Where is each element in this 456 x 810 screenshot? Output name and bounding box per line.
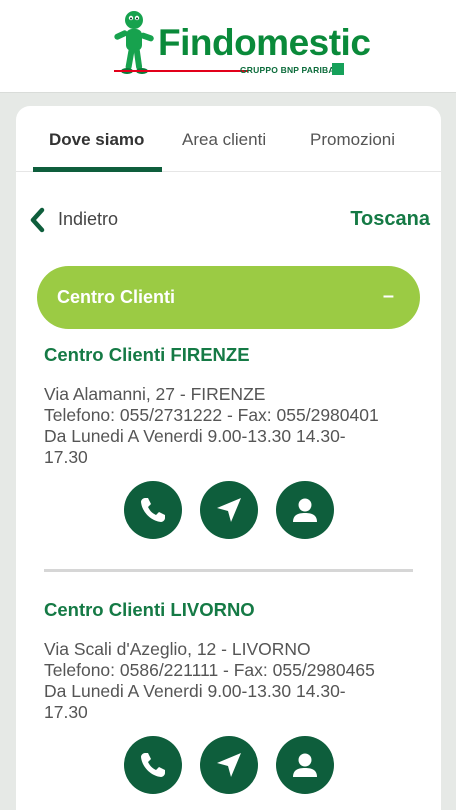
- phone-icon: [141, 753, 165, 777]
- logo-subtitle: GRUPPO BNP PARIBAS: [240, 65, 341, 75]
- branch-hours: Da Lunedi A Venerdi 9.00-13.30 14.30-: [44, 681, 346, 701]
- tab-bar: Dove siamo Area clienti Promozioni: [16, 106, 441, 172]
- branch-phone: Telefono: 0586/221111 - Fax: 055/2980465: [44, 660, 375, 680]
- logo-wordmark: Findomestic: [158, 22, 371, 63]
- navigation-row: Indietro Toscana: [28, 206, 430, 234]
- tab-area-clienti[interactable]: Area clienti: [182, 130, 266, 150]
- branch-hours: Da Lunedi A Venerdi 9.00-13.30 14.30-: [44, 426, 346, 446]
- tab-dove-siamo[interactable]: Dove siamo: [49, 130, 144, 150]
- navigate-icon: [217, 498, 241, 522]
- contact-icon: [293, 498, 317, 522]
- branch-divider: [44, 569, 413, 572]
- contact-button[interactable]: [276, 481, 334, 539]
- back-label: Indietro: [58, 209, 119, 229]
- chevron-left-icon: [30, 207, 45, 233]
- branch-details: Via Alamanni, 27 - FIRENZE Telefono: 055…: [44, 384, 424, 468]
- findomestic-logo[interactable]: Findomestic GRUPPO BNP PARIBAS: [110, 10, 371, 82]
- call-button[interactable]: [124, 481, 182, 539]
- bnp-star-icon: [332, 63, 344, 75]
- branch-phone: Telefono: 055/2731222 - Fax: 055/2980401: [44, 405, 379, 425]
- tab-promozioni[interactable]: Promozioni: [310, 130, 395, 150]
- contact-icon: [293, 753, 317, 777]
- logo-red-line: [114, 70, 248, 72]
- call-button[interactable]: [124, 736, 182, 794]
- branch-actions: [124, 481, 336, 539]
- collapse-icon: –: [382, 285, 394, 307]
- centro-clienti-accordion[interactable]: Centro Clienti –: [37, 266, 420, 329]
- branch-address: Via Alamanni, 27 - FIRENZE: [44, 384, 266, 404]
- region-title: Toscana: [350, 208, 430, 230]
- active-tab-indicator: [33, 167, 162, 172]
- navigate-icon: [217, 753, 241, 777]
- accordion-title: Centro Clienti: [57, 287, 176, 307]
- branch-name: Centro Clienti FIRENZE: [44, 344, 250, 365]
- content-card: Dove siamo Area clienti Promozioni Indie…: [16, 106, 441, 810]
- app-header: Findomestic GRUPPO BNP PARIBAS: [0, 0, 456, 93]
- branch-details: Via Scali d'Azeglio, 12 - LIVORNO Telefo…: [44, 639, 424, 723]
- branch-name: Centro Clienti LIVORNO: [44, 599, 255, 620]
- contact-button[interactable]: [276, 736, 334, 794]
- branch-address: Via Scali d'Azeglio, 12 - LIVORNO: [44, 639, 311, 659]
- phone-icon: [141, 498, 165, 522]
- branch-item: Centro Clienti LIVORNO Via Scali d'Azegl…: [44, 599, 424, 723]
- branch-actions: [124, 736, 336, 794]
- branch-hours-cont: 17.30: [44, 447, 88, 467]
- directions-button[interactable]: [200, 736, 258, 794]
- branch-hours-cont: 17.30: [44, 702, 88, 722]
- mascot-icon: [114, 11, 154, 74]
- directions-button[interactable]: [200, 481, 258, 539]
- branch-item: Centro Clienti FIRENZE Via Alamanni, 27 …: [44, 344, 424, 468]
